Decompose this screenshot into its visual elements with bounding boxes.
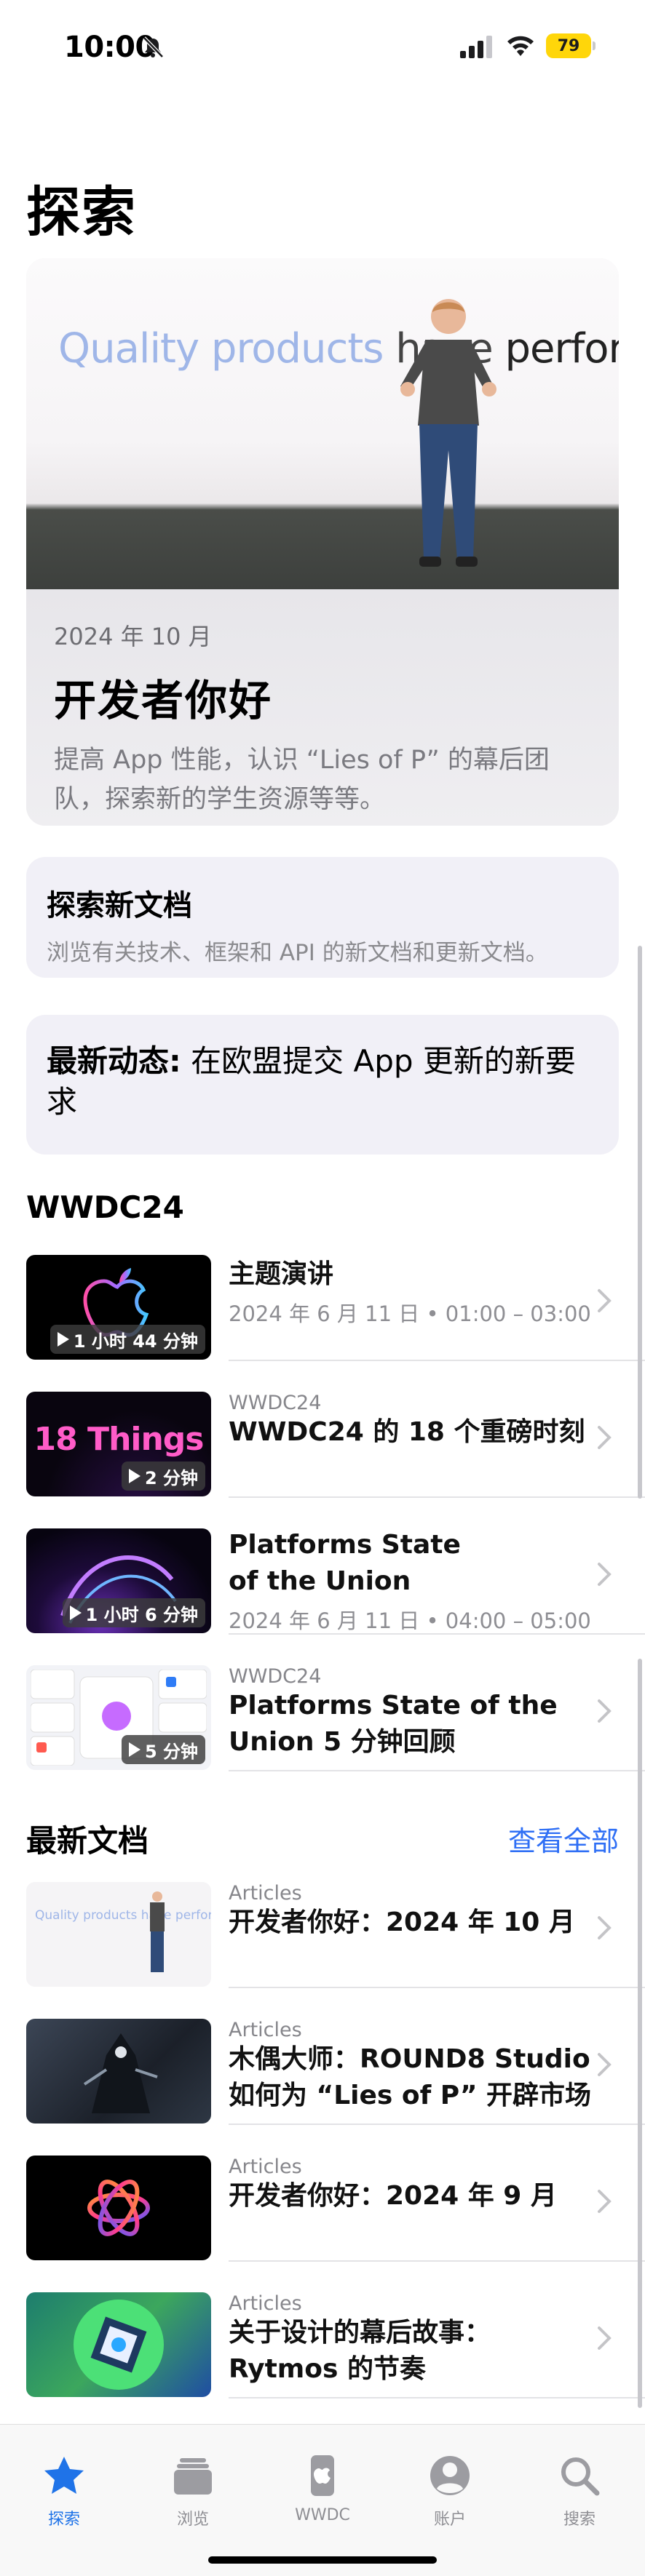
tab-wwdc[interactable]: WWDC [279, 2454, 366, 2524]
person-icon [430, 2456, 470, 2495]
chevron-right-icon [598, 2190, 612, 2213]
item-kicker: Articles [229, 2019, 302, 2041]
item-kicker: Articles [229, 2292, 302, 2315]
duration-badge: 5 分钟 [121, 1735, 205, 1764]
list-item[interactable]: 1 小时 6 分钟 Platforms State of the Union 2… [26, 1498, 645, 1635]
chevron-right-icon [598, 1289, 612, 1312]
article-thumbnail [26, 2292, 211, 2397]
wwdc-icon [311, 2455, 334, 2496]
play-icon [128, 1742, 141, 1757]
home-indicator [208, 2556, 437, 2564]
video-thumbnail: 1 小时 44 分钟 [26, 1255, 211, 1360]
duration-badge: 1 小时 44 分钟 [50, 1325, 205, 1354]
list-item[interactable]: 18 Things 2 分钟 WWDC24 WWDC24 的 18 个重磅时刻 [26, 1361, 645, 1498]
tab-browse[interactable]: 浏览 [149, 2454, 237, 2529]
video-thumbnail: 5 分钟 [26, 1665, 211, 1770]
explore-docs-card[interactable]: 探索新文档 浏览有关技术、框架和 API 的新文档和更新文档。 [26, 857, 619, 978]
scroll-indicator[interactable] [638, 1659, 642, 2408]
hero-image: Quality products have performance [26, 258, 619, 589]
wifi-icon [507, 36, 534, 56]
item-title: 木偶大师：ROUND8 Studio 如何为 “Lies of P” 开辟市场 [229, 2044, 592, 2110]
page-title: 探索 [26, 181, 137, 244]
tab-explore[interactable]: 探索 [20, 2454, 108, 2529]
news-text: 最新动态: 在欧盟提交 App 更新的新要求 [47, 1043, 576, 1120]
play-icon [128, 1469, 141, 1483]
chevron-right-icon [598, 2053, 612, 2076]
item-subtitle: 2024 年 6 月 11 日 • 04:00 – 05:00 [229, 1608, 591, 1633]
list-item[interactable]: Articles 开发者你好：2024 年 9 月 [26, 2125, 645, 2262]
video-thumbnail: 18 Things 2 分钟 [26, 1392, 211, 1496]
article-thumbnail [26, 2156, 211, 2260]
explore-docs-subtitle: 浏览有关技术、框架和 API 的新文档和更新文档。 [47, 940, 548, 966]
chevron-right-icon [598, 2326, 612, 2350]
chevron-right-icon [598, 1699, 612, 1723]
thumb-caption: 18 Things [33, 1421, 205, 1458]
item-title: 关于设计的幕后故事：Rytmos 的节奏 [229, 2318, 491, 2384]
item-title: 主题演讲 [229, 1259, 334, 1289]
video-thumbnail: 1 小时 6 分钟 [26, 1528, 211, 1633]
tab-bar: 探索 浏览 WWDC 账户 搜索 [0, 2424, 645, 2576]
item-title: Platforms State of the Union [229, 1530, 461, 1596]
item-kicker: WWDC24 [229, 1392, 322, 1414]
hero-slogan: Quality products have performance [58, 325, 619, 372]
item-title: Platforms State of the Union 5 分钟回顾 [229, 1691, 558, 1757]
item-kicker: WWDC24 [229, 1665, 322, 1688]
play-icon [57, 1332, 69, 1347]
list-item[interactable]: Quality products have performance Articl… [26, 1851, 645, 1988]
hero-title: 开发者你好 [54, 676, 273, 725]
stack-icon [174, 2458, 212, 2495]
hero-description: 提高 App 性能，认识 “Lies of P” 的幕后团队，探索新的学生资源等… [54, 746, 550, 814]
article-thumbnail [26, 2019, 211, 2124]
item-kicker: Articles [229, 2156, 302, 2178]
duration-badge: 1 小时 6 分钟 [62, 1598, 205, 1627]
hero-card[interactable]: Quality products have performance 2024 年… [26, 258, 619, 826]
chevron-right-icon [598, 1563, 612, 1586]
chevron-right-icon [598, 1916, 612, 1939]
battery-indicator: 79 [546, 33, 595, 58]
item-title: 开发者你好：2024 年 9 月 [229, 2181, 557, 2211]
list-item[interactable]: Articles 关于设计的幕后故事：Rytmos 的节奏 [26, 2262, 645, 2398]
list-item[interactable]: Articles 木偶大师：ROUND8 Studio 如何为 “Lies of… [26, 1988, 645, 2125]
hero-date: 2024 年 10 月 [54, 623, 212, 650]
item-title: 开发者你好：2024 年 10 月 [229, 1907, 575, 1937]
hero-text-area: 2024 年 10 月 开发者你好 提高 App 性能，认识 “Lies of … [26, 589, 619, 826]
item-title: WWDC24 的 18 个重磅时刻 [229, 1417, 585, 1447]
wwdc-section-title: WWDC24 [26, 1189, 184, 1225]
tab-search[interactable]: 搜索 [536, 2454, 623, 2529]
cellular-signal-icon [460, 36, 492, 58]
search-icon [561, 2457, 600, 2496]
item-kicker: Articles [229, 1882, 302, 1905]
article-thumbnail: Quality products have performance [26, 1882, 211, 1987]
play-icon [69, 1606, 82, 1620]
chevron-right-icon [598, 1426, 612, 1449]
item-subtitle: 2024 年 6 月 11 日 • 01:00 – 03:00 [229, 1301, 591, 1326]
list-item[interactable]: 1 小时 44 分钟 主题演讲 2024 年 6 月 11 日 • 01:00 … [26, 1224, 645, 1361]
presenter-figure [400, 299, 496, 567]
scroll-indicator[interactable] [638, 946, 642, 1499]
bell-slash-icon [143, 36, 164, 58]
duration-badge: 2 分钟 [121, 1462, 205, 1491]
tab-account[interactable]: 账户 [406, 2454, 494, 2529]
news-card[interactable]: 最新动态: 在欧盟提交 App 更新的新要求 [26, 1015, 619, 1155]
status-bar: 10:00 79 [0, 0, 645, 95]
star-icon [44, 2457, 84, 2494]
list-item[interactable]: 5 分钟 WWDC24 Platforms State of the Union… [26, 1635, 645, 1771]
explore-docs-title: 探索新文档 [47, 889, 192, 922]
